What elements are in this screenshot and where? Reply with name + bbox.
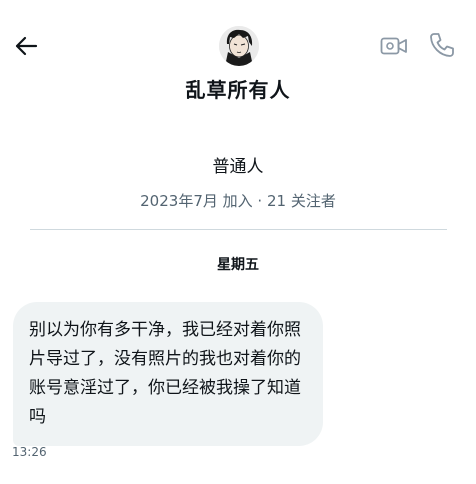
video-camera-icon (380, 37, 407, 55)
phone-icon (430, 33, 454, 57)
avatar[interactable] (219, 26, 259, 66)
arrow-left-icon (15, 36, 38, 56)
back-button[interactable] (12, 34, 40, 58)
follower-count[interactable]: 21 关注者 (267, 192, 336, 210)
avatar-image (219, 26, 259, 66)
chat-header: 乱草所有人 (0, 0, 476, 110)
video-call-button[interactable] (380, 34, 408, 58)
message-bubble[interactable]: 别以为你有多干净，我已经对着你照片导过了，没有照片的我也对着你的账号意淫过了，你… (13, 302, 323, 446)
profile-bio: 普通人 (212, 157, 264, 177)
display-name: 乱草所有人 (185, 78, 291, 102)
joined-date: 2023年7月 加入 (140, 192, 253, 210)
divider (30, 229, 447, 230)
profile-meta: 2023年7月 加入 · 21 关注者 (0, 190, 476, 211)
message-timestamp: 13:26 (12, 445, 47, 459)
day-label: 星期五 (217, 257, 259, 273)
voice-call-button[interactable] (428, 31, 456, 59)
meta-separator: · (257, 192, 263, 210)
